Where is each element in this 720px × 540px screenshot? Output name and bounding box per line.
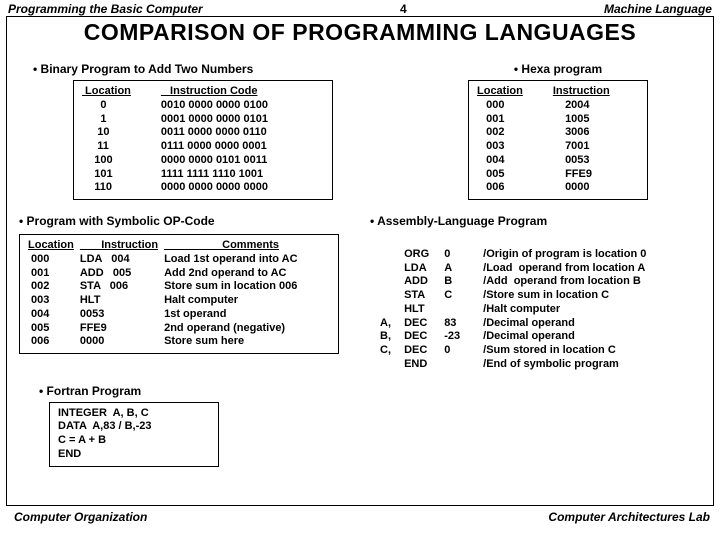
asm-op-col: ORG LDA ADD STA HLT DEC DEC DEC END xyxy=(404,234,432,372)
symbolic-inst-col: Instruction LDA 004 ADD 005 STA 006 HLT … xyxy=(80,239,158,349)
hexa-inst-col: Instruction 2004 1005 3006 7001 0053 FFE… xyxy=(553,85,610,195)
symbolic-title: Program with Symbolic OP-Code xyxy=(19,214,360,228)
fortran-body: INTEGER A, B, C DATA A,83 / B,-23 C = A … xyxy=(49,402,219,467)
hexa-title: Hexa program xyxy=(429,62,687,76)
page-header: Programming the Basic Computer 4 Machine… xyxy=(0,0,720,16)
footer-left: Computer Organization xyxy=(14,510,147,524)
asm-arg-col: 0 A B C 83 -23 0 xyxy=(444,234,463,372)
binary-inst-col: Instruction Code 0010 0000 0000 0100 000… xyxy=(161,85,268,195)
footer-right: Computer Architectures Lab xyxy=(548,510,710,524)
symbolic-loc-col: Location 000 001 002 003 004 005 006 xyxy=(28,239,74,349)
page-number: 4 xyxy=(400,2,407,16)
asm-label-col: A, B, C, xyxy=(380,234,394,372)
header-left: Programming the Basic Computer xyxy=(8,2,203,16)
hexa-loc-col: Location 000 001 002 003 004 005 006 xyxy=(477,85,523,195)
header-right: Machine Language xyxy=(604,2,712,16)
main-frame: COMPARISON OF PROGRAMMING LANGUAGES Bina… xyxy=(6,16,714,506)
asm-com-col: /Origin of program is location 0 /Load o… xyxy=(483,234,646,372)
page-footer: Computer Organization Computer Architect… xyxy=(0,506,720,524)
page-title: COMPARISON OF PROGRAMMING LANGUAGES xyxy=(15,19,705,46)
fortran-title: Fortran Program xyxy=(39,384,705,398)
symbolic-com-col: Comments Load 1st operand into AC Add 2n… xyxy=(164,239,297,349)
binary-title: Binary Program to Add Two Numbers xyxy=(33,62,395,76)
asm-title: Assembly-Language Program xyxy=(370,214,705,228)
binary-loc-col: Location 0 1 10 11 100 101 110 xyxy=(82,85,131,195)
